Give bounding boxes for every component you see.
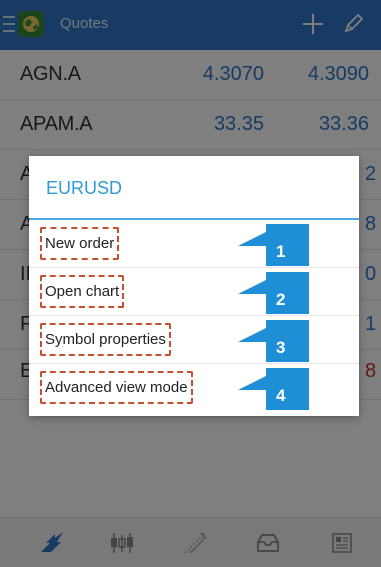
callout-shape [238, 272, 309, 314]
highlight-box: Symbol properties [40, 323, 171, 356]
callout-badge: 4 [234, 368, 309, 410]
callout-number: 1 [276, 242, 286, 261]
highlight-box: Advanced view mode [40, 371, 193, 404]
callout-shape [238, 320, 309, 362]
menu-item-label: New order [45, 235, 115, 252]
dialog-title: EURUSD [46, 178, 123, 198]
callout-badge: 1 [234, 224, 309, 266]
callout-shape [238, 224, 309, 266]
highlight-box: Open chart [40, 275, 125, 308]
callout-badge: 2 [234, 272, 309, 314]
menu-item-symbol-properties[interactable]: Symbol properties 3 [29, 316, 359, 364]
menu-item-label: Open chart [45, 283, 120, 300]
callout-number: 3 [276, 338, 286, 357]
quotes-screen: Quotes AGN.A 4.3070 4.3090 APAM.A 33.35 … [0, 0, 381, 567]
menu-item-label: Advanced view mode [45, 379, 188, 396]
symbol-context-dialog: EURUSD New order 1 Open chart 2 Symbol p… [29, 156, 359, 416]
menu-item-new-order[interactable]: New order 1 [29, 220, 359, 268]
menu-item-open-chart[interactable]: Open chart 2 [29, 268, 359, 316]
callout-badge: 3 [234, 320, 309, 362]
callout-shape [238, 368, 309, 410]
highlight-box: New order [40, 227, 120, 260]
menu-item-label: Symbol properties [45, 331, 166, 348]
callout-number: 2 [276, 290, 286, 309]
menu-item-advanced-view-mode[interactable]: Advanced view mode 4 [29, 364, 359, 412]
callout-number: 4 [276, 386, 286, 405]
